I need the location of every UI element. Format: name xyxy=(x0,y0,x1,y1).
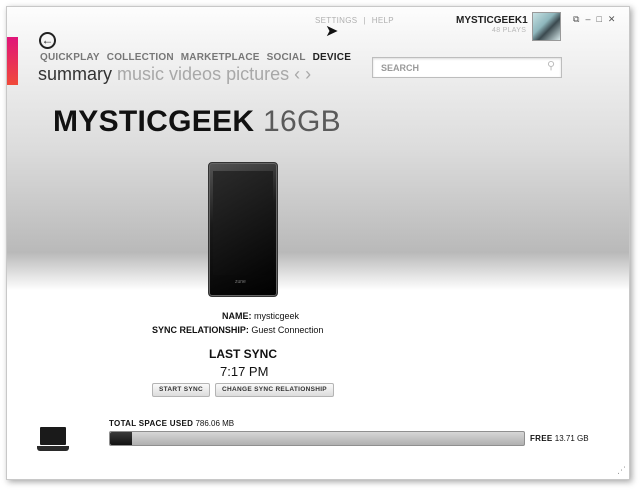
device-screen xyxy=(213,171,273,275)
resize-grip-icon[interactable]: ⋰ xyxy=(617,465,626,476)
device-name-heading: MYSTICGEEK xyxy=(53,105,255,138)
storage-bar xyxy=(109,431,525,446)
storage-bar-used xyxy=(110,432,132,445)
nav-marketplace[interactable]: MARKETPLACE xyxy=(181,52,260,63)
search-box[interactable]: ⚲ xyxy=(372,57,562,78)
total-space-used-value: 786.06 MB xyxy=(195,419,235,428)
back-button[interactable]: ← xyxy=(39,32,56,49)
compact-mode-icon[interactable]: ⧉ xyxy=(573,14,579,24)
brand-stripe xyxy=(7,37,18,85)
maximize-icon[interactable]: □ xyxy=(596,14,601,24)
help-link[interactable]: HELP xyxy=(372,16,394,25)
total-space-used-label: TOTAL SPACE USED xyxy=(109,419,194,428)
chevron-right-icon[interactable]: › xyxy=(305,64,311,84)
main-nav: QUICKPLAY COLLECTION MARKETPLACE SOCIAL DEVI… xyxy=(40,52,358,63)
tab-summary[interactable]: summary xyxy=(38,64,112,84)
nav-social[interactable]: SOCIAL xyxy=(267,52,306,63)
avatar[interactable] xyxy=(532,12,561,41)
search-icon[interactable]: ⚲ xyxy=(547,59,555,72)
device-name-row: NAME: mysticgeek xyxy=(222,311,299,321)
nav-quickplay[interactable]: QUICKPLAY xyxy=(40,52,100,63)
sub-nav: summary music videos pictures ‹ › xyxy=(38,64,316,85)
tab-pictures[interactable]: pictures xyxy=(226,64,289,84)
nav-device[interactable]: DEVICE xyxy=(313,52,351,63)
mouse-cursor-icon: ➤ xyxy=(325,23,339,40)
zune-window: ← SETTINGS | HELP MYSTICGEEK1 48 PLAYS ⧉ – □… xyxy=(6,6,630,480)
device-name-value: mysticgeek xyxy=(254,311,300,321)
free-space-label: FREE xyxy=(530,434,553,443)
tab-videos[interactable]: videos xyxy=(169,64,221,84)
start-sync-button[interactable]: START SYNC xyxy=(152,383,211,397)
sync-relationship-label: SYNC RELATIONSHIP: xyxy=(152,325,249,335)
top-links-separator: | xyxy=(363,16,366,25)
total-space-used: TOTAL SPACE USED 786.06 MB xyxy=(109,419,234,428)
chevron-left-icon[interactable]: ‹ xyxy=(294,64,300,84)
sync-relationship-row: SYNC RELATIONSHIP: Guest Connection xyxy=(152,325,323,335)
device-image: zune xyxy=(208,162,278,297)
sync-relationship-value: Guest Connection xyxy=(251,325,324,335)
profile-name[interactable]: MYSTICGEEK1 xyxy=(456,15,528,26)
tab-music[interactable]: music xyxy=(117,64,164,84)
last-sync-title: LAST SYNC xyxy=(209,347,278,361)
device-name-label: NAME: xyxy=(222,311,252,321)
profile-plays: 48 PLAYS xyxy=(492,27,527,34)
nav-collection[interactable]: COLLECTION xyxy=(107,52,174,63)
window-controls: ⧉ – □ ✕ xyxy=(573,14,621,25)
close-icon[interactable]: ✕ xyxy=(608,14,616,24)
device-logo: zune xyxy=(235,279,246,285)
minimize-icon[interactable]: – xyxy=(585,14,590,24)
free-space: FREE 13.71 GB xyxy=(530,434,589,443)
device-title: MYSTICGEEK 16GB xyxy=(53,105,341,139)
change-sync-relationship-button[interactable]: CHANGE SYNC RELATIONSHIP xyxy=(215,383,334,397)
search-input[interactable] xyxy=(373,59,541,77)
free-space-value: 13.71 GB xyxy=(554,434,589,443)
device-capacity: 16GB xyxy=(263,105,341,138)
last-sync-time: 7:17 PM xyxy=(220,364,269,379)
laptop-icon xyxy=(37,427,69,455)
